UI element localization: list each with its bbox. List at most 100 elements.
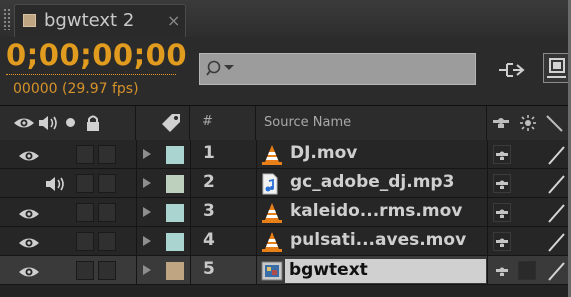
column-separator bbox=[190, 256, 191, 285]
layer-number: 4 bbox=[203, 230, 215, 250]
shy-icon bbox=[495, 147, 509, 166]
layer-row[interactable]: 2 gc_adobe_dj.mp3 bbox=[0, 169, 571, 198]
quality-switch-icon[interactable] bbox=[547, 202, 567, 228]
timeline-toolbar: 0;00;00;00 00000 (29.97 fps) bbox=[0, 37, 571, 106]
twirl-arrow-icon[interactable] bbox=[143, 178, 151, 188]
eye-icon[interactable] bbox=[18, 148, 40, 167]
tab-close-icon[interactable]: × bbox=[167, 11, 180, 30]
column-separator bbox=[487, 227, 488, 256]
shy-icon bbox=[495, 205, 509, 224]
layer-source-name[interactable]: bgwtext bbox=[285, 259, 486, 283]
column-separator bbox=[136, 198, 137, 227]
column-separator bbox=[190, 140, 191, 169]
layer-source-name[interactable]: DJ.mov bbox=[290, 143, 357, 163]
label-color-swatch[interactable] bbox=[166, 262, 184, 280]
eye-icon[interactable] bbox=[18, 264, 40, 283]
layer-row[interactable]: 3 kaleido...rms.mov bbox=[0, 198, 571, 227]
column-separator bbox=[256, 169, 257, 198]
column-separator bbox=[487, 169, 488, 198]
layer-number: 2 bbox=[203, 172, 215, 192]
quality-switch-icon[interactable] bbox=[547, 173, 567, 199]
speaker-icon[interactable] bbox=[44, 175, 66, 197]
speaker-icon[interactable] bbox=[37, 114, 61, 132]
layer-number: 1 bbox=[203, 143, 215, 163]
collapse-switch[interactable] bbox=[518, 261, 536, 280]
live-update-icon[interactable] bbox=[543, 53, 571, 83]
shy-icon bbox=[495, 263, 509, 282]
quality-switch-icon[interactable] bbox=[547, 144, 567, 170]
label-color-swatch[interactable] bbox=[166, 204, 184, 222]
eye-icon[interactable] bbox=[18, 235, 40, 254]
label-color-swatch[interactable] bbox=[166, 233, 184, 251]
solo-toggle[interactable] bbox=[76, 203, 94, 222]
column-separator bbox=[256, 140, 257, 169]
layer-row[interactable]: 1 DJ.mov bbox=[0, 140, 571, 169]
quality-switch-icon[interactable] bbox=[547, 260, 567, 286]
column-separator bbox=[190, 198, 191, 227]
av-features-header bbox=[0, 106, 136, 140]
search-input[interactable] bbox=[240, 57, 469, 81]
source-name-column-header[interactable]: Source Name bbox=[256, 106, 487, 140]
column-separator bbox=[487, 256, 488, 285]
solo-toggle[interactable] bbox=[76, 174, 94, 193]
solo-dot-icon[interactable] bbox=[66, 118, 75, 127]
quality-icon[interactable] bbox=[545, 113, 565, 133]
shy-icon[interactable] bbox=[492, 115, 510, 129]
layer-number: 3 bbox=[203, 201, 215, 221]
composition-icon bbox=[261, 260, 283, 286]
frame-rate-readout: 00000 (29.97 fps) bbox=[13, 81, 139, 97]
tab-title: bgwtext 2 bbox=[44, 10, 135, 31]
audio-file-icon bbox=[261, 173, 279, 199]
timeline-panel: bgwtext 2 × 0;00;00;00 00000 (29.97 fps) bbox=[0, 0, 571, 297]
number-header-label: # bbox=[202, 114, 213, 129]
column-header-row: # Source Name bbox=[0, 106, 571, 141]
shy-icon bbox=[495, 176, 509, 195]
vlc-video-file-icon bbox=[261, 231, 283, 257]
column-separator bbox=[136, 140, 137, 169]
solo-toggle[interactable] bbox=[76, 232, 94, 251]
column-separator bbox=[136, 169, 137, 198]
collapse-icon[interactable] bbox=[519, 114, 537, 132]
twirl-arrow-icon[interactable] bbox=[143, 236, 151, 246]
current-time-display[interactable]: 0;00;00;00 bbox=[6, 38, 187, 72]
comp-mini-flowchart-icon[interactable] bbox=[497, 59, 527, 81]
lock-toggle[interactable] bbox=[98, 203, 116, 222]
eye-icon[interactable] bbox=[13, 116, 35, 130]
label-color-swatch[interactable] bbox=[166, 146, 184, 164]
layer-row[interactable]: 5 bgwtext bbox=[0, 256, 571, 285]
lock-icon[interactable] bbox=[86, 114, 100, 132]
switches-column-header bbox=[487, 106, 571, 140]
solo-toggle[interactable] bbox=[76, 145, 94, 164]
source-name-header-label: Source Name bbox=[264, 115, 352, 130]
label-color-swatch[interactable] bbox=[166, 175, 184, 193]
quality-switch-icon[interactable] bbox=[547, 231, 567, 257]
timecode-underline bbox=[6, 74, 176, 75]
layer-number: 5 bbox=[203, 259, 215, 279]
label-tag-icon[interactable] bbox=[160, 112, 182, 134]
layer-source-name[interactable]: kaleido...rms.mov bbox=[290, 201, 462, 221]
twirl-arrow-icon[interactable] bbox=[143, 207, 151, 217]
lock-toggle[interactable] bbox=[98, 261, 116, 280]
column-separator bbox=[190, 169, 191, 198]
number-column-header: # bbox=[190, 106, 256, 140]
layer-search-field[interactable] bbox=[199, 53, 476, 85]
column-separator bbox=[136, 256, 137, 285]
column-separator bbox=[256, 256, 257, 285]
panel-tab-bar: bgwtext 2 × bbox=[0, 0, 571, 38]
column-separator bbox=[256, 198, 257, 227]
search-icon[interactable] bbox=[206, 59, 238, 79]
lock-toggle[interactable] bbox=[98, 232, 116, 251]
twirl-arrow-icon[interactable] bbox=[143, 149, 151, 159]
layer-source-name[interactable]: pulsati...aves.mov bbox=[290, 230, 466, 250]
layer-row[interactable]: 4 pulsati...aves.mov bbox=[0, 227, 571, 256]
layer-source-name[interactable]: gc_adobe_dj.mp3 bbox=[290, 172, 454, 192]
eye-icon[interactable] bbox=[18, 206, 40, 225]
tab-composition[interactable]: bgwtext 2 × bbox=[14, 4, 186, 37]
lock-toggle[interactable] bbox=[98, 174, 116, 193]
column-separator bbox=[487, 198, 488, 227]
twirl-arrow-icon[interactable] bbox=[143, 265, 151, 275]
panel-grip-handle[interactable] bbox=[3, 8, 11, 30]
lock-toggle[interactable] bbox=[98, 145, 116, 164]
column-separator bbox=[136, 227, 137, 256]
solo-toggle[interactable] bbox=[76, 261, 94, 280]
